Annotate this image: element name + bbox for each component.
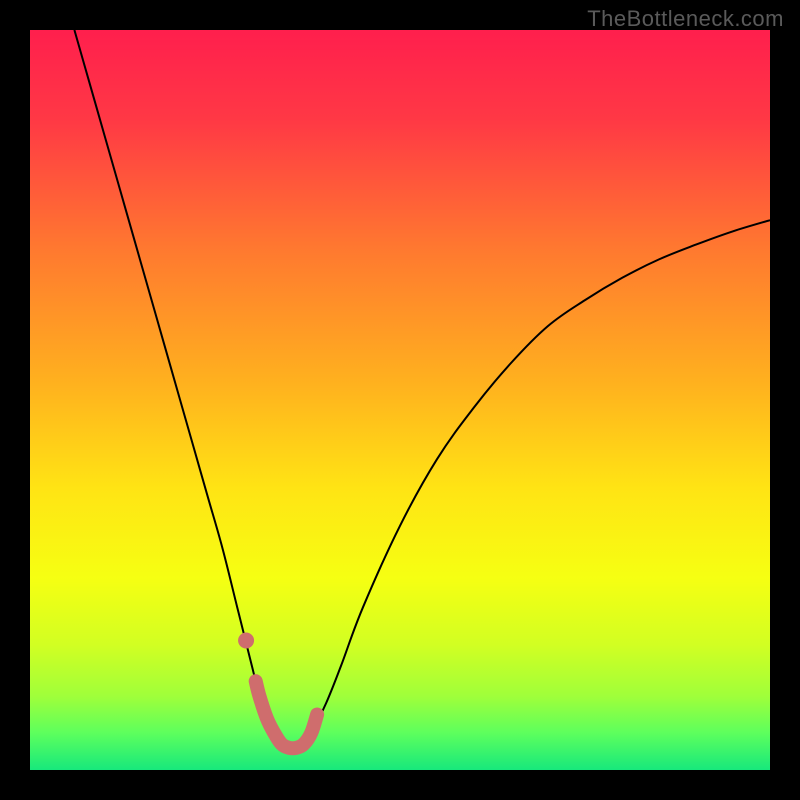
highlight-dot (238, 633, 254, 649)
bottleneck-chart (30, 30, 770, 770)
gradient-background (30, 30, 770, 770)
chart-stage: TheBottleneck.com (0, 0, 800, 800)
plot-area (30, 30, 770, 770)
watermark-text: TheBottleneck.com (587, 6, 784, 32)
